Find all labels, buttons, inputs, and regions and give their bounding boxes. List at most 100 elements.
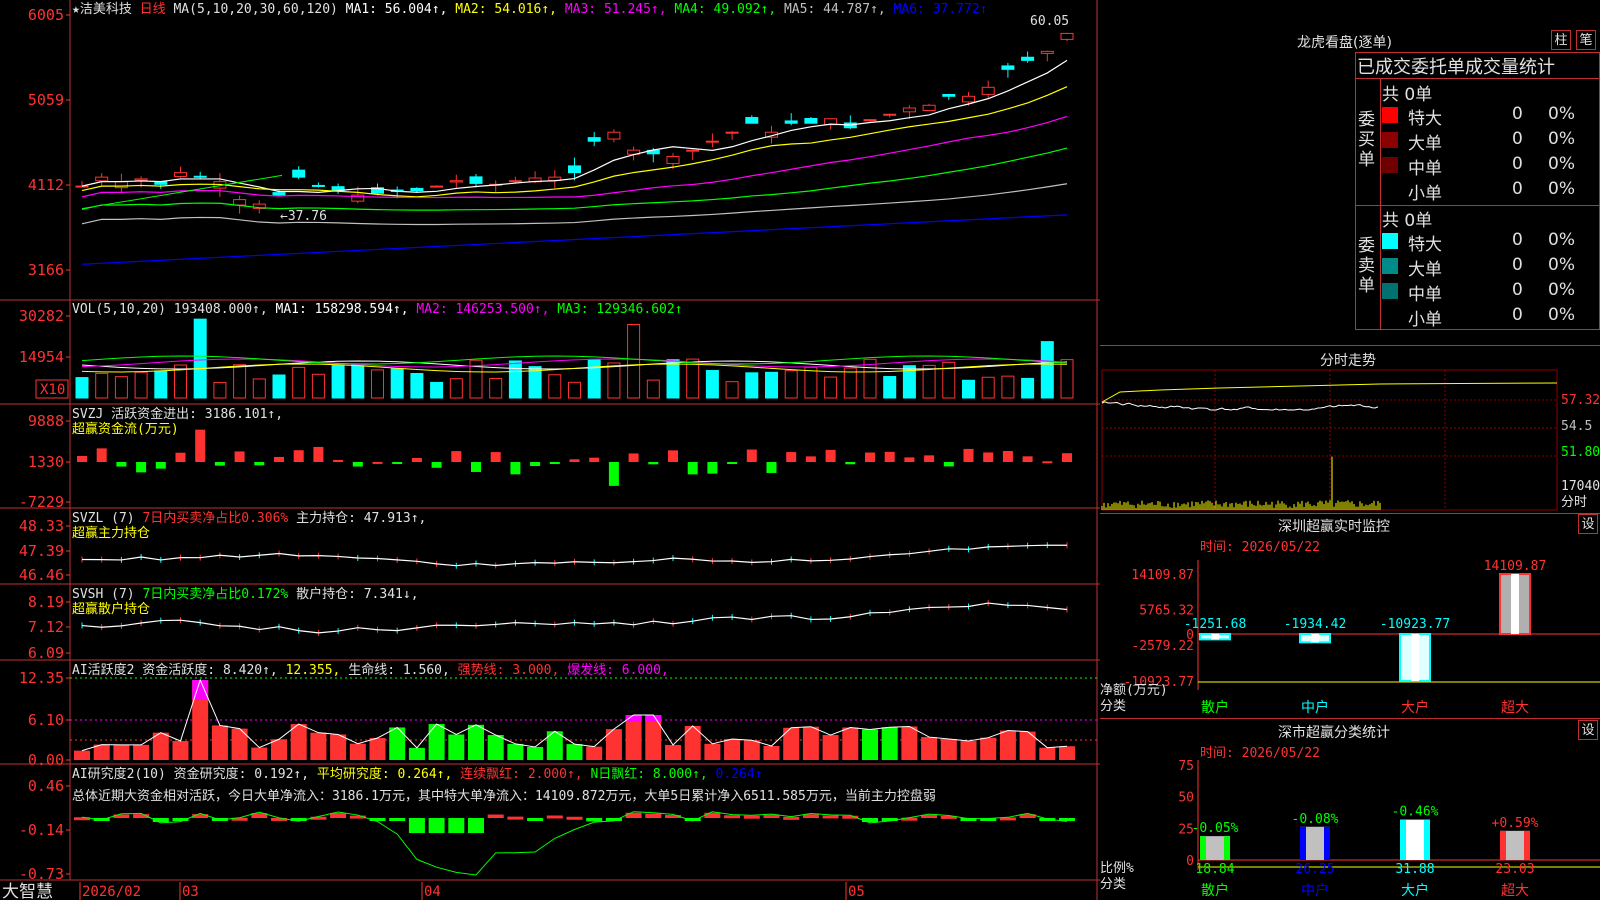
candle — [705, 140, 719, 143]
research-bar — [862, 818, 878, 823]
candle — [607, 131, 621, 140]
brand-label: 大智慧 — [2, 882, 53, 900]
vol-ma-line — [81, 358, 1068, 368]
classify-bar-edge — [1300, 826, 1306, 860]
x-label: 05 — [848, 884, 865, 900]
classify-y-tick: 50 — [1178, 791, 1194, 806]
flow-bar — [1002, 451, 1013, 462]
price-y-tick: 3166 — [28, 261, 64, 279]
vol-header-part: MA1: 158298.594↑, — [268, 302, 409, 317]
svsh-subheader: 超赢散户持仓 — [72, 601, 150, 617]
activity-bar — [349, 743, 366, 760]
flow-bar — [983, 452, 994, 462]
activity-bar — [271, 739, 287, 760]
main-chart[interactable]: 6005 5059 4112 3166 30282 14954 X10 9888 1330 -72… — [0, 0, 1100, 900]
volume-bar — [430, 381, 444, 399]
classify-change-label: +0.59% — [1492, 816, 1539, 831]
svsh-header-part: 7日内买卖净占比0.172% — [135, 586, 289, 602]
volume-bar — [410, 372, 424, 399]
candle — [962, 95, 975, 103]
price-header-part: MA4: 49.092↑, — [667, 2, 777, 17]
flow-bar — [924, 455, 935, 462]
candle — [75, 185, 89, 188]
classify-bar-edge — [1500, 830, 1506, 860]
candle — [311, 184, 325, 187]
research-y-tick: -0.14 — [19, 821, 64, 839]
flow-bar — [825, 449, 836, 462]
active-header-part: 12.355, — [278, 663, 341, 678]
flow-bar — [254, 462, 265, 466]
flow-bar — [372, 461, 383, 464]
classify-bar-edge — [1200, 836, 1206, 860]
research-bar — [546, 815, 563, 819]
monitor-value-label: -10923.77 — [1380, 617, 1450, 632]
volume-bar — [449, 378, 463, 399]
activity-bar — [448, 734, 465, 760]
price-header-part: MA6: 37.772↑ — [886, 2, 988, 17]
activity-bar — [940, 738, 957, 760]
candle — [883, 113, 897, 116]
price-header: ★洁美科技 日线 MA(5,10,20,30,60,120) MA1: 56.0… — [72, 2, 987, 17]
activity-bar — [93, 744, 110, 760]
activity-bar — [74, 750, 90, 760]
monitor-category-label: 中户 — [1301, 699, 1329, 716]
classify-bar-edge — [1224, 836, 1230, 860]
activity-bar — [881, 727, 898, 760]
flow-bar — [530, 462, 541, 467]
classify-cat-label: 分类 — [1100, 877, 1126, 892]
candle — [1040, 50, 1054, 54]
svzl-header-part: 主力持仓: 47.913↑, — [288, 511, 426, 526]
volume-bar — [371, 369, 384, 399]
vol-header-part: 193408.000↑, — [166, 302, 268, 317]
volume-bar — [489, 377, 503, 399]
flow-bar — [943, 462, 954, 467]
candle — [449, 180, 463, 183]
svzl-subheader: 超赢主力持仓 — [72, 525, 150, 541]
volume-bar — [922, 364, 936, 399]
monitor-y-tick: 14109.87 — [1131, 568, 1194, 583]
candle — [95, 176, 109, 182]
research-bar — [704, 812, 721, 818]
svzj-y-tick: 1330 — [28, 453, 64, 471]
flow-bar — [805, 456, 816, 462]
activity-bar — [901, 726, 918, 760]
svzl-header-part: 7日内买卖净占比0.306% — [135, 510, 289, 526]
flow-bar — [628, 453, 639, 462]
x-label: 03 — [182, 884, 199, 900]
flow-bar — [569, 459, 580, 462]
research-bar — [468, 818, 484, 833]
candle — [568, 165, 581, 174]
research-bar — [566, 816, 583, 820]
volume-bar — [627, 323, 641, 399]
research-header-part: N日飘红: 8.000↑, — [583, 766, 708, 782]
vol-y-tick: 30282 — [19, 307, 64, 325]
flow-bar — [77, 456, 87, 462]
monitor-value-label: -1934.42 — [1284, 617, 1347, 632]
activity-bar — [1059, 746, 1075, 760]
flow-bar — [1022, 456, 1033, 462]
monitor-category-label: 超大 — [1501, 700, 1529, 716]
active-header: AI活跃度2 资金活跃度: 8.420↑, 12.355, 生命线: 1.560… — [72, 662, 669, 678]
activity-bar — [211, 725, 228, 760]
flow-bar — [687, 462, 698, 475]
svzl-header: SVZL (7) 7日内买卖净占比0.306% 主力持仓: 47.913↑, — [72, 510, 426, 526]
flow-bar — [1062, 453, 1072, 462]
volume-bar — [252, 378, 266, 399]
volume-bar — [154, 370, 168, 399]
flow-bar — [1042, 461, 1053, 464]
flow-bar — [746, 449, 757, 462]
retail-holding-line — [81, 602, 1068, 634]
svsh-y-tick: 6.09 — [28, 644, 64, 662]
monitor-bar-highlight — [1211, 634, 1219, 640]
flow-bar — [786, 452, 797, 462]
flow-bar — [333, 459, 344, 462]
flow-bar — [963, 448, 974, 462]
candle — [469, 176, 483, 184]
research-header-part: 连续飘红: 2.000↑, — [452, 766, 582, 782]
candle — [154, 181, 168, 185]
flow-bar — [234, 451, 245, 462]
candle — [666, 155, 680, 165]
flow-bar — [707, 462, 718, 474]
flow-bar — [549, 462, 560, 464]
activity-bar — [566, 744, 583, 760]
